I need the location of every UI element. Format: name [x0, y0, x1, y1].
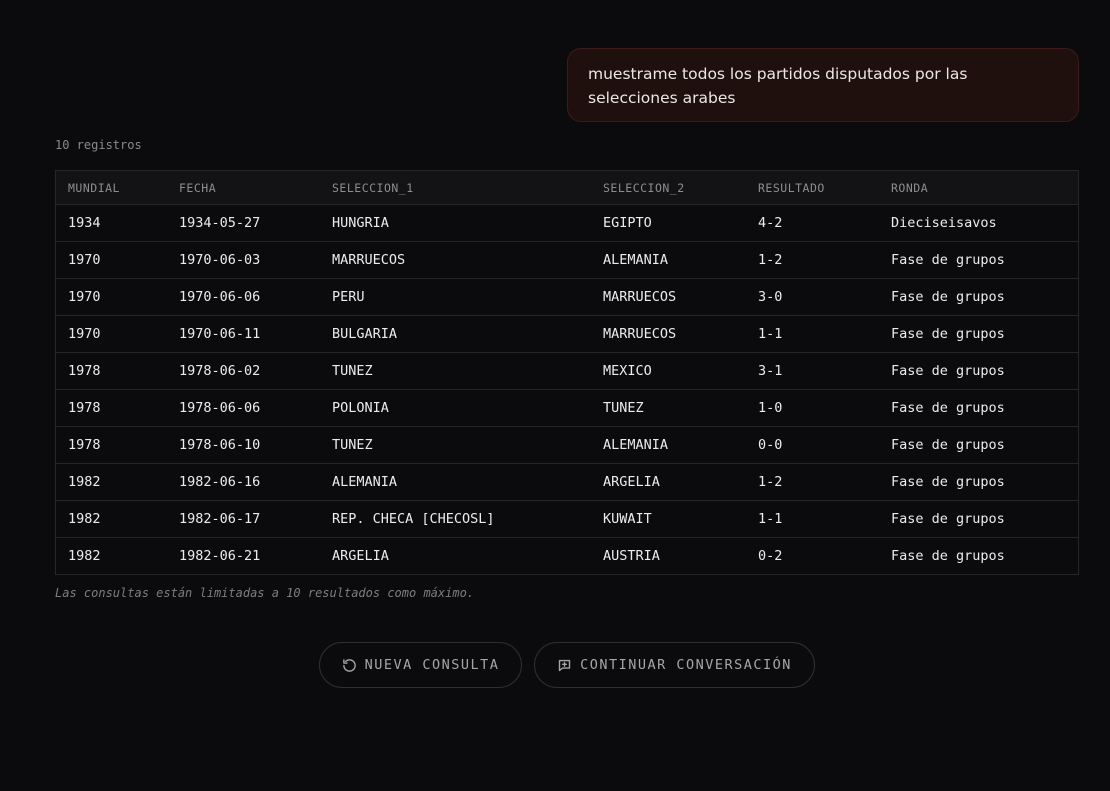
cell-fecha: 1982-06-16: [167, 463, 320, 501]
refresh-icon: [342, 658, 357, 673]
cell-ronda: Fase de grupos: [879, 278, 1079, 316]
cell-ronda: Fase de grupos: [879, 352, 1079, 390]
cell-resultado: 4-2: [746, 204, 879, 242]
cell-seleccion-1: TUNEZ: [320, 352, 591, 390]
cell-seleccion-2: MARRUECOS: [591, 315, 746, 353]
cell-resultado: 3-1: [746, 352, 879, 390]
table-row: 1970 1970-06-11 BULGARIA MARRUECOS 1-1 Fase d…: [55, 315, 1079, 353]
cell-seleccion-1: REP. CHECA [CHECOSL]: [320, 500, 591, 538]
new-query-button[interactable]: NUEVA CONSULTA: [319, 642, 522, 688]
cell-mundial: 1970: [55, 315, 167, 353]
cell-mundial: 1978: [55, 352, 167, 390]
cell-mundial: 1970: [55, 278, 167, 316]
continue-conversation-label: CONTINUAR CONVERSACIÓN: [580, 657, 792, 673]
cell-seleccion-2: ARGELIA: [591, 463, 746, 501]
cell-mundial: 1970: [55, 241, 167, 279]
cell-resultado: 1-2: [746, 463, 879, 501]
cell-resultado: 1-1: [746, 315, 879, 353]
column-header-seleccion-1: SELECCION_1: [320, 170, 591, 205]
cell-fecha: 1970-06-03: [167, 241, 320, 279]
cell-mundial: 1978: [55, 389, 167, 427]
table-header-row: MUNDIAL FECHA SELECCION_1 SELECCION_2 RE…: [55, 170, 1079, 205]
chat-plus-icon: [557, 658, 572, 673]
cell-resultado: 1-0: [746, 389, 879, 427]
new-query-label: NUEVA CONSULTA: [364, 657, 500, 673]
cell-ronda: Dieciseisavos: [879, 204, 1079, 242]
cell-seleccion-1: HUNGRIA: [320, 204, 591, 242]
cell-mundial: 1982: [55, 500, 167, 538]
record-count: 10 registros: [55, 138, 142, 152]
user-message-text: muestrame todos los partidos disputados …: [588, 65, 968, 107]
cell-seleccion-1: POLONIA: [320, 389, 591, 427]
cell-fecha: 1934-05-27: [167, 204, 320, 242]
cell-fecha: 1978-06-06: [167, 389, 320, 427]
column-header-mundial: MUNDIAL: [55, 170, 167, 205]
cell-seleccion-1: BULGARIA: [320, 315, 591, 353]
table-row: 1970 1970-06-03 MARRUECOS ALEMANIA 1-2 Fase d…: [55, 241, 1079, 279]
cell-mundial: 1978: [55, 426, 167, 464]
cell-resultado: 3-0: [746, 278, 879, 316]
column-header-resultado: RESULTADO: [746, 170, 879, 205]
cell-mundial: 1982: [55, 463, 167, 501]
cell-seleccion-2: MARRUECOS: [591, 278, 746, 316]
cell-resultado: 1-1: [746, 500, 879, 538]
table-row: 1970 1970-06-06 PERU MARRUECOS 3-0 Fase de gr…: [55, 278, 1079, 316]
cell-fecha: 1970-06-11: [167, 315, 320, 353]
cell-ronda: Fase de grupos: [879, 315, 1079, 353]
cell-fecha: 1970-06-06: [167, 278, 320, 316]
cell-resultado: 0-2: [758, 548, 783, 564]
cell-seleccion-2: EGIPTO: [591, 204, 746, 242]
results-table: MUNDIAL FECHA SELECCION_1 SELECCION_2 RE…: [55, 170, 1079, 575]
table-row: 1982 1982-06-17 REP. CHECA [CHECOSL] KUWAIT…: [55, 500, 1079, 538]
cell-seleccion-2: KUWAIT: [591, 500, 746, 538]
cell-resultado: 0-0: [746, 426, 879, 464]
cell-seleccion-1: ALEMANIA: [320, 463, 591, 501]
continue-conversation-button[interactable]: CONTINUAR CONVERSACIÓN: [534, 642, 815, 688]
cell-ronda: Fase de grupos: [879, 463, 1079, 501]
cell-resultado: 1-2: [746, 241, 879, 279]
table-row: 1978 1978-06-02 TUNEZ MEXICO 3-1 Fase de grup…: [55, 352, 1079, 390]
cell-fecha: 1982-06-17: [167, 500, 320, 538]
cell-seleccion-1: PERU: [320, 278, 591, 316]
cell-ronda: Fase de grupos: [879, 500, 1079, 538]
cell-seleccion-2: ALEMANIA: [591, 241, 746, 279]
cell-fecha: 1978-06-10: [167, 426, 320, 464]
cell-fecha: 1978-06-02: [167, 352, 320, 390]
table-row: 1978 1978-06-06 POLONIA TUNEZ 1-0 Fase de gru…: [55, 389, 1079, 427]
cell-seleccion-2: AUSTRIA: [603, 548, 660, 564]
cell-seleccion-2: MEXICO: [591, 352, 746, 390]
cell-ronda: Fase de grupos: [879, 426, 1079, 464]
column-header-ronda: RONDA: [879, 170, 1079, 205]
cell-seleccion-1: ARGELIA: [332, 548, 389, 564]
column-header-seleccion-2: SELECCION_2: [591, 170, 746, 205]
user-message-bubble: muestrame todos los partidos disputados …: [567, 48, 1079, 122]
cell-ronda: Fase de grupos: [879, 389, 1079, 427]
table-row: 1934 1934-05-27 HUNGRIA EGIPTO 4-2 Dieciseisa…: [55, 204, 1079, 242]
cell-mundial: 1982: [68, 548, 101, 564]
cell-seleccion-2: TUNEZ: [591, 389, 746, 427]
cell-mundial: 1934: [55, 204, 167, 242]
cell-fecha: 1982-06-21: [179, 548, 261, 564]
table-body: 1934 1934-05-27 HUNGRIA EGIPTO 4-2 Dieciseisa…: [55, 204, 1079, 575]
cell-ronda: Fase de grupos: [891, 548, 1005, 564]
cell-seleccion-1: MARRUECOS: [320, 241, 591, 279]
limit-note: Las consultas están limitadas a 10 resul…: [55, 586, 475, 600]
table-row: 1978 1978-06-10 TUNEZ ALEMANIA 0-0 Fase de gr…: [55, 426, 1079, 464]
table-row: 1982 1982-06-16 ALEMANIA ARGELIA 1-2 Fase de …: [55, 463, 1079, 501]
column-header-fecha: FECHA: [167, 170, 320, 205]
cell-ronda: Fase de grupos: [879, 241, 1079, 279]
table-row: 1982 1982-06-21 ARGELIA AUSTRIA 0-2 Fase de g…: [56, 538, 1079, 575]
cell-seleccion-2: ALEMANIA: [591, 426, 746, 464]
cell-seleccion-1: TUNEZ: [320, 426, 591, 464]
